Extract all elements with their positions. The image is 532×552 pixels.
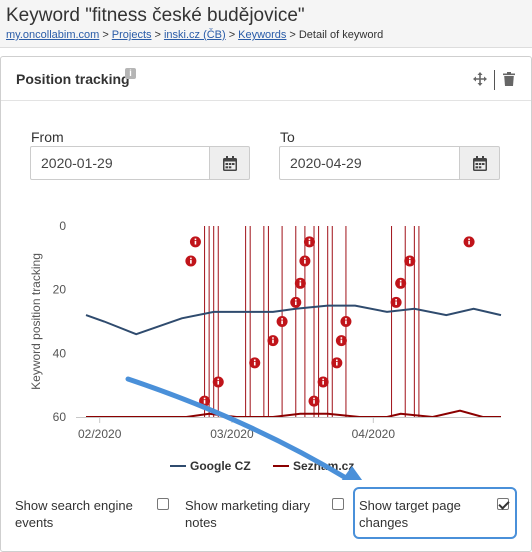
info-marker — [212, 376, 224, 388]
info-marker — [290, 296, 302, 308]
info-marker-dot-top — [190, 257, 192, 260]
info-marker-dot-top — [217, 378, 220, 381]
info-marker — [294, 277, 306, 289]
info-marker-dot-top — [272, 337, 274, 339]
info-marker-stem — [190, 260, 192, 264]
target-page-change-lines — [204, 226, 420, 417]
info-marker-dot-top — [194, 238, 197, 241]
info-marker-dot-top — [340, 337, 343, 339]
chart-series — [85, 304, 502, 419]
info-marker-dot-top — [299, 279, 302, 282]
legend-label: Google CZ — [190, 459, 251, 473]
y-tick-label: 60 — [53, 410, 67, 424]
info-marker — [249, 357, 261, 369]
info-marker-dot-top — [308, 238, 311, 241]
info-marker-stem — [304, 260, 306, 264]
position-chart: 0 20 40 60 02/2020 03/2020 04/2020 Keyword posi… — [29, 219, 502, 480]
info-marker-stem — [203, 400, 206, 404]
info-marker-dot-top — [399, 279, 402, 282]
x-tick-label: 03/2020 — [210, 427, 254, 441]
info-marker — [299, 255, 311, 267]
info-marker-stem — [272, 339, 274, 344]
info-marker — [303, 236, 315, 248]
info-marker-stem — [281, 320, 283, 325]
info-marker-dot-top — [294, 299, 297, 301]
info-marker — [463, 236, 475, 248]
info-marker-dot-top — [408, 257, 411, 260]
info-marker-dot-top — [281, 318, 283, 320]
info-marker-stem — [340, 339, 343, 344]
info-marker-stem — [399, 282, 402, 286]
chart-axes: 0 20 40 60 02/2020 03/2020 04/2020 Keyword posi… — [29, 219, 501, 441]
info-marker-stem — [345, 320, 347, 325]
info-marker-dot-top — [203, 397, 206, 400]
x-tick-label: 04/2020 — [352, 427, 396, 441]
info-marker — [404, 255, 416, 267]
info-marker — [395, 277, 407, 289]
info-marker-dot-top — [468, 238, 470, 241]
info-marker — [390, 296, 402, 308]
series-line — [85, 304, 502, 336]
info-marker — [331, 357, 343, 369]
info-marker-stem — [313, 400, 315, 404]
info-marker-dot-top — [253, 359, 256, 362]
info-marker-dot-top — [345, 318, 347, 320]
info-marker-dot-top — [304, 257, 306, 260]
info-marker — [340, 316, 352, 327]
info-markers — [185, 236, 475, 407]
info-marker-stem — [395, 301, 397, 305]
y-tick-label: 20 — [53, 283, 67, 297]
y-tick-label: 0 — [59, 219, 66, 233]
info-marker-stem — [336, 361, 338, 366]
info-marker — [267, 335, 279, 347]
info-marker-stem — [217, 380, 220, 385]
info-marker-stem — [194, 240, 197, 245]
info-marker — [317, 376, 329, 388]
info-marker-dot-top — [395, 299, 397, 301]
info-marker-stem — [308, 240, 311, 245]
series-line — [86, 409, 501, 419]
marketing-diary-notes-checkbox[interactable] — [332, 498, 344, 510]
marketing-diary-notes-label: Show marketing diary notes — [185, 498, 310, 530]
info-marker-stem — [322, 380, 324, 385]
info-marker — [308, 395, 320, 407]
info-marker-stem — [468, 240, 470, 245]
info-marker — [185, 255, 197, 267]
info-marker-stem — [294, 301, 297, 305]
search-engine-events-label: Show search engine events — [15, 498, 133, 530]
info-marker-stem — [253, 361, 256, 366]
info-marker — [276, 316, 288, 327]
info-marker-stem — [299, 282, 302, 286]
info-marker-dot-top — [313, 397, 315, 400]
info-marker-dot-top — [322, 378, 324, 381]
search-engine-events-checkbox[interactable] — [157, 498, 169, 510]
highlight-box — [353, 487, 517, 539]
y-axis-title: Keyword position tracking — [29, 253, 43, 390]
info-marker-stem — [408, 260, 411, 264]
info-marker — [335, 335, 347, 347]
x-tick-label: 02/2020 — [78, 427, 122, 441]
info-marker — [189, 236, 201, 248]
y-tick-label: 40 — [53, 346, 67, 360]
info-marker-dot-top — [336, 359, 338, 362]
